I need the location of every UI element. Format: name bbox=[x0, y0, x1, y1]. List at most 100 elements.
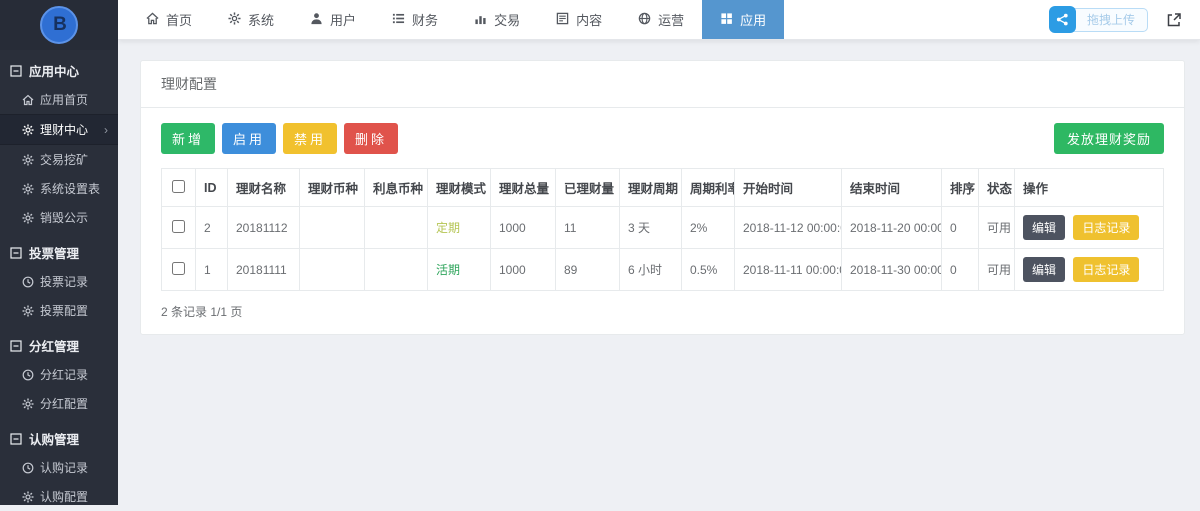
cell-rate: 0.5% bbox=[682, 249, 735, 291]
minus-square-icon bbox=[10, 247, 22, 259]
distribute-reward-button[interactable]: 发放理财奖励 bbox=[1054, 123, 1164, 154]
delete-button[interactable]: 删除 bbox=[344, 123, 398, 154]
row-checkbox[interactable] bbox=[172, 220, 185, 233]
brand-letter: B bbox=[53, 14, 65, 36]
sidebar-item-vote-records[interactable]: 投票记录 bbox=[0, 267, 118, 296]
sidebar-item-dividend-config[interactable]: 分红配置 bbox=[0, 389, 118, 418]
edit-button[interactable]: 编辑 bbox=[1023, 257, 1065, 282]
log-record-button[interactable]: 日志记录 bbox=[1073, 257, 1139, 282]
tab-label: 系统 bbox=[248, 10, 274, 29]
gear-icon bbox=[22, 124, 34, 136]
col-actions: 操作 bbox=[1015, 169, 1164, 207]
tab-label: 用户 bbox=[330, 10, 356, 29]
brand-logo[interactable]: B bbox=[0, 0, 118, 50]
cell-mode: 活期 bbox=[428, 249, 491, 291]
brand-logo-icon: B bbox=[40, 6, 78, 44]
cell-status: 可用 bbox=[979, 207, 1015, 249]
main-content: 理财配置 新增 启用 禁用 删除 发放理财奖励 ID 理财名称 理财币种 利息币… bbox=[118, 40, 1200, 505]
log-record-button[interactable]: 日志记录 bbox=[1073, 215, 1139, 240]
section-title: 分红管理 bbox=[29, 336, 79, 355]
cell-total: 1000 bbox=[491, 249, 556, 291]
sidebar-item-label: 理财中心 bbox=[40, 121, 88, 138]
sidebar-item-trade-mining[interactable]: 交易挖矿 bbox=[0, 145, 118, 174]
list-icon bbox=[392, 12, 405, 28]
tab-operation[interactable]: 运营 bbox=[620, 0, 702, 39]
cell-start-time: 2018-11-12 00:00:00 bbox=[735, 207, 842, 249]
col-status: 状态 bbox=[979, 169, 1015, 207]
col-id: ID bbox=[196, 169, 228, 207]
tab-finance[interactable]: 财务 bbox=[374, 0, 456, 39]
sidebar-item-system-settings[interactable]: 系统设置表 bbox=[0, 174, 118, 203]
sidebar-section-subscription[interactable]: 认购管理 bbox=[0, 418, 118, 453]
tab-label: 内容 bbox=[576, 10, 602, 29]
sidebar-section-app-center[interactable]: 应用中心 bbox=[0, 50, 118, 85]
sidebar-item-dividend-records[interactable]: 分红记录 bbox=[0, 360, 118, 389]
sidebar-item-label: 分红记录 bbox=[40, 366, 88, 383]
tab-label: 交易 bbox=[494, 10, 520, 29]
cell-total: 1000 bbox=[491, 207, 556, 249]
add-button[interactable]: 新增 bbox=[161, 123, 215, 154]
nav-right-tools: 拖拽上传 bbox=[1064, 0, 1200, 39]
row-checkbox[interactable] bbox=[172, 262, 185, 275]
sidebar: B 应用中心 应用首页 理财中心 › 交易挖矿 系统设置表 销毁公示 投票管理 … bbox=[0, 0, 118, 505]
cell-sort: 0 bbox=[942, 249, 979, 291]
tab-users[interactable]: 用户 bbox=[292, 0, 374, 39]
sidebar-item-label: 交易挖矿 bbox=[40, 151, 88, 168]
enable-button[interactable]: 启用 bbox=[222, 123, 276, 154]
sidebar-section-vote[interactable]: 投票管理 bbox=[0, 232, 118, 267]
section-title: 投票管理 bbox=[29, 243, 79, 262]
tab-trade[interactable]: 交易 bbox=[456, 0, 538, 39]
tab-label: 首页 bbox=[166, 10, 192, 29]
book-icon bbox=[556, 12, 569, 28]
row-checkbox-cell bbox=[162, 207, 196, 249]
cell-name: 20181111 bbox=[228, 249, 300, 291]
external-link-icon[interactable] bbox=[1162, 8, 1186, 32]
col-mode: 理财模式 bbox=[428, 169, 491, 207]
sidebar-item-label: 应用首页 bbox=[40, 91, 88, 108]
cell-actions: 编辑 日志记录 bbox=[1015, 207, 1164, 249]
top-nav-tabs: 首页 系统 用户 财务 交易 内容 运营 应用 bbox=[128, 0, 784, 39]
tab-home[interactable]: 首页 bbox=[128, 0, 210, 39]
cell-end-time: 2018-11-20 00:00:00 bbox=[842, 207, 942, 249]
cell-period: 3 天 bbox=[620, 207, 682, 249]
share-nodes-icon[interactable] bbox=[1049, 6, 1076, 33]
sidebar-item-finance-center[interactable]: 理财中心 › bbox=[0, 114, 118, 145]
history-icon bbox=[22, 369, 34, 381]
tab-label: 运营 bbox=[658, 10, 684, 29]
tab-system[interactable]: 系统 bbox=[210, 0, 292, 39]
gear-icon bbox=[22, 183, 34, 195]
chevron-right-icon: › bbox=[104, 123, 108, 137]
minus-square-icon bbox=[10, 340, 22, 352]
sidebar-item-destroy-notice[interactable]: 销毁公示 bbox=[0, 203, 118, 232]
sidebar-section-dividend[interactable]: 分红管理 bbox=[0, 325, 118, 360]
gear-icon bbox=[22, 305, 34, 317]
top-nav: 首页 系统 用户 财务 交易 内容 运营 应用 bbox=[118, 0, 1200, 40]
sidebar-item-app-home[interactable]: 应用首页 bbox=[0, 85, 118, 114]
sidebar-item-label: 认购配置 bbox=[40, 488, 88, 505]
cell-start-time: 2018-11-11 00:00:00 bbox=[735, 249, 842, 291]
gear-icon bbox=[22, 154, 34, 166]
tab-content[interactable]: 内容 bbox=[538, 0, 620, 39]
sidebar-item-subscription-records[interactable]: 认购记录 bbox=[0, 453, 118, 482]
disable-button[interactable]: 禁用 bbox=[283, 123, 337, 154]
cell-interest-coin bbox=[365, 207, 428, 249]
select-all-checkbox[interactable] bbox=[172, 180, 185, 193]
toolbar: 新增 启用 禁用 删除 发放理财奖励 bbox=[161, 123, 1164, 154]
table-row: 2 20181112 定期 1000 11 3 天 2% 2018-11-12 … bbox=[162, 207, 1164, 249]
cell-invested: 11 bbox=[556, 207, 620, 249]
minus-square-icon bbox=[10, 65, 22, 77]
sidebar-item-vote-config[interactable]: 投票配置 bbox=[0, 296, 118, 325]
sidebar-item-subscription-config[interactable]: 认购配置 bbox=[0, 482, 118, 511]
grid-icon bbox=[720, 12, 733, 28]
tab-apps[interactable]: 应用 bbox=[702, 0, 784, 39]
tab-label: 应用 bbox=[740, 10, 766, 29]
row-checkbox-cell bbox=[162, 249, 196, 291]
drag-upload-button[interactable]: 拖拽上传 bbox=[1064, 8, 1148, 32]
cell-status: 可用 bbox=[979, 249, 1015, 291]
col-interest-coin: 利息币种 bbox=[365, 169, 428, 207]
col-name: 理财名称 bbox=[228, 169, 300, 207]
home-icon bbox=[22, 94, 34, 106]
col-invested: 已理财量 bbox=[556, 169, 620, 207]
edit-button[interactable]: 编辑 bbox=[1023, 215, 1065, 240]
finance-config-table: ID 理财名称 理财币种 利息币种 理财模式 理财总量 已理财量 理财周期 周期… bbox=[161, 168, 1164, 291]
